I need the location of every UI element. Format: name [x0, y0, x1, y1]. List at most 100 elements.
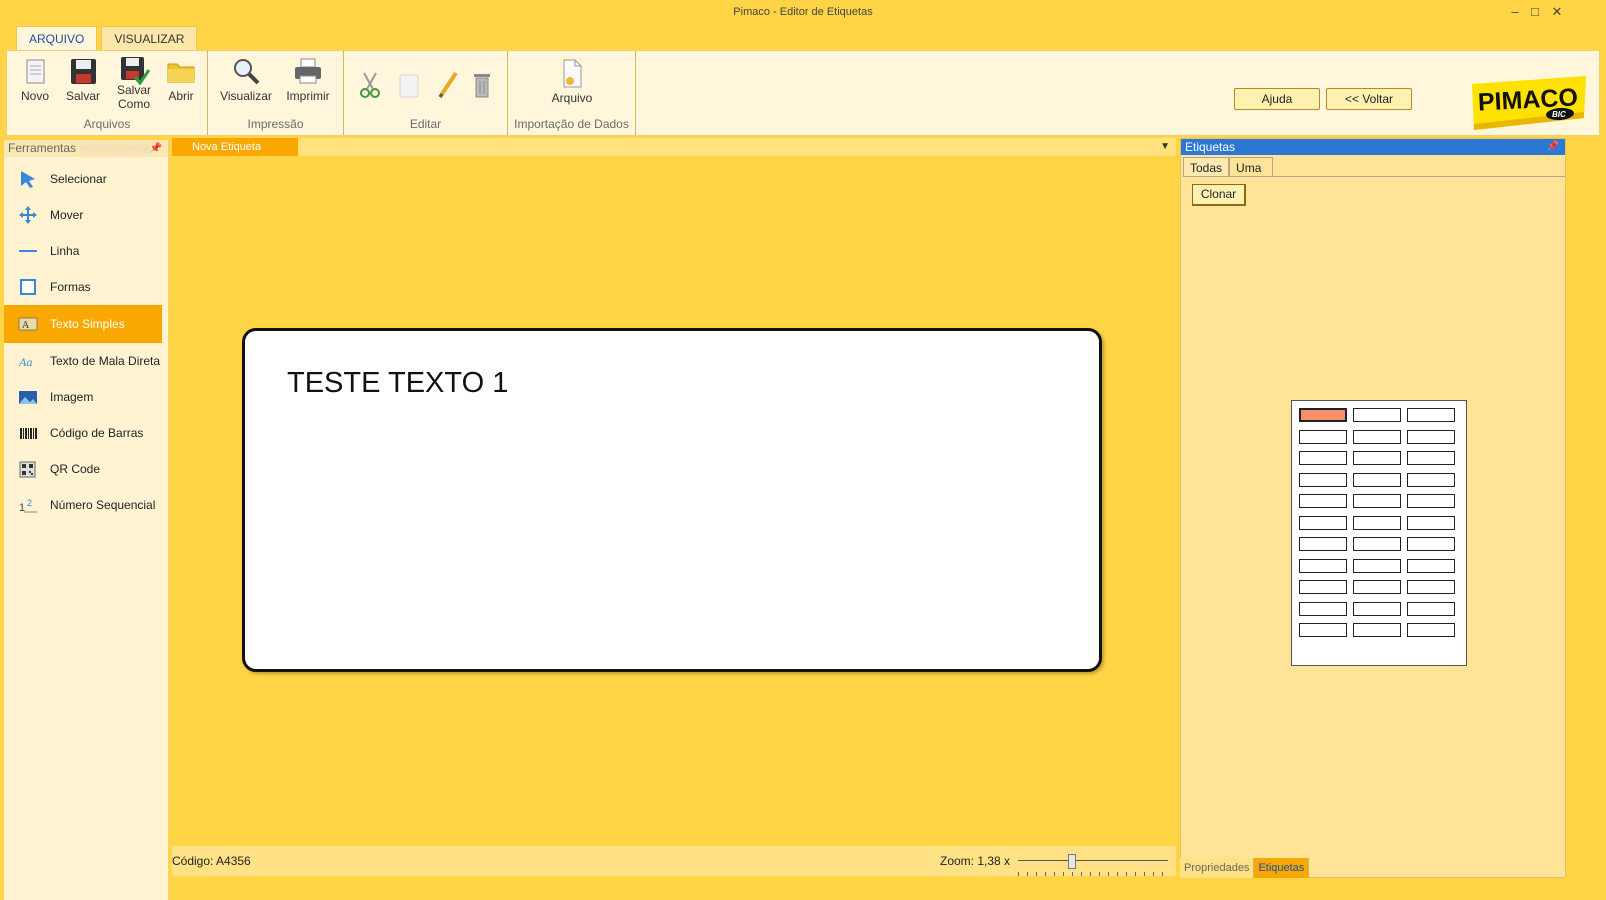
tool-line[interactable]: Linha	[4, 233, 168, 269]
copy-icon	[399, 74, 419, 98]
tab-todas[interactable]: Todas	[1183, 157, 1230, 177]
sheet-label-cell[interactable]	[1353, 472, 1401, 487]
tool-label: Linha	[50, 244, 80, 258]
sheet-label-cell[interactable]	[1407, 537, 1455, 551]
print-button[interactable]: Imprimir	[282, 55, 334, 103]
new-label: Novo	[20, 89, 49, 103]
tab-labels[interactable]: Etiquetas	[1254, 858, 1310, 878]
zoom-slider-thumb[interactable]	[1068, 854, 1076, 869]
design-canvas[interactable]: TESTE TEXTO 1	[172, 156, 1176, 846]
sheet-label-cell[interactable]	[1299, 580, 1347, 594]
sheet-label-cell[interactable]	[1407, 472, 1455, 487]
label-preview[interactable]: TESTE TEXTO 1	[242, 328, 1102, 672]
text-icon: A	[18, 315, 38, 333]
save-button[interactable]: Salvar	[57, 55, 109, 103]
sheet-label-cell[interactable]	[1407, 623, 1455, 637]
sheet-label-cell[interactable]	[1299, 429, 1347, 444]
tab-arquivo[interactable]: ARQUIVO	[16, 26, 98, 50]
tool-label: Código de Barras	[50, 426, 144, 440]
logo-sub-text: BIC	[1552, 110, 1566, 119]
tool-simple-text[interactable]: A Texto Simples	[4, 305, 162, 343]
cut-button[interactable]	[356, 69, 384, 101]
label-text-object[interactable]: TESTE TEXTO 1	[287, 367, 508, 400]
tools-panel-title: Ferramentas	[8, 141, 77, 155]
open-button[interactable]: Abrir	[155, 55, 207, 103]
tools-panel: Ferramentas ░░░░░░░░░░░ 📌 Selecionar Mov…	[4, 140, 169, 900]
sheet-label-cell[interactable]	[1353, 494, 1401, 508]
zoom-slider-track	[1018, 860, 1168, 861]
scissors-icon	[360, 72, 380, 98]
group-label-arquivos: Arquivos	[83, 117, 131, 131]
sheet-label-cell[interactable]	[1353, 601, 1401, 616]
sheet-label-cell[interactable]	[1407, 451, 1455, 465]
document-tab[interactable]: Nova Etiqueta	[172, 138, 298, 156]
sheet-label-cell[interactable]	[1353, 429, 1401, 444]
tab-properties[interactable]: Propriedades	[1180, 858, 1255, 878]
sheet-label-cell[interactable]	[1353, 558, 1401, 573]
sheet-label-cell[interactable]	[1407, 515, 1455, 530]
back-button[interactable]: << Voltar	[1326, 88, 1412, 110]
sheet-label-cell[interactable]	[1353, 623, 1401, 637]
clone-button[interactable]: Clonar	[1192, 184, 1246, 206]
sheet-label-cell[interactable]	[1407, 580, 1455, 594]
tool-select[interactable]: Selecionar	[4, 161, 168, 197]
help-button[interactable]: Ajuda	[1234, 88, 1320, 110]
svg-text:Aa: Aa	[18, 355, 32, 369]
sheet-label-cell[interactable]	[1407, 494, 1455, 508]
pin-icon[interactable]: 📌	[1547, 139, 1559, 155]
preview-button[interactable]: Visualizar	[220, 55, 272, 103]
delete-button[interactable]	[468, 69, 496, 101]
sheet-label-cell[interactable]	[1407, 429, 1455, 444]
sheet-label-cell[interactable]	[1299, 558, 1347, 573]
bottom-panel-tabs: Propriedades Etiquetas	[1180, 858, 1310, 878]
print-label: Imprimir	[286, 89, 330, 103]
tool-label: Texto de Mala Direta	[50, 354, 161, 368]
new-button[interactable]: Novo	[9, 55, 61, 103]
zoom-slider[interactable]	[1018, 854, 1168, 876]
copy-button[interactable]	[396, 69, 424, 101]
import-file-button[interactable]: Arquivo	[546, 57, 598, 105]
tool-qr-code[interactable]: QR Code	[4, 451, 168, 487]
tool-image[interactable]: Imagem	[4, 379, 168, 415]
save-as-button[interactable]: Salvar Como	[108, 55, 160, 111]
sheet-label-cell[interactable]	[1299, 472, 1347, 487]
tool-shapes[interactable]: Formas	[4, 269, 168, 305]
sheet-label-cell[interactable]	[1299, 515, 1347, 530]
new-document-icon	[19, 55, 51, 87]
maximize-button[interactable]: □	[1524, 2, 1546, 22]
pin-icon[interactable]: 📌	[150, 140, 162, 157]
tool-barcode[interactable]: Código de Barras	[4, 415, 168, 451]
tab-uma[interactable]: Uma	[1229, 157, 1274, 177]
labels-panel: Etiquetas 📌 Todas Uma Clonar	[1180, 138, 1566, 878]
document-tab-bar: Nova Etiqueta ▼	[172, 138, 1176, 156]
sheet-label-cell[interactable]	[1299, 601, 1347, 616]
tab-visualizar[interactable]: VISUALIZAR	[101, 26, 198, 50]
sheet-label-cell[interactable]	[1353, 408, 1401, 422]
svg-text:2: 2	[27, 498, 32, 508]
edit-button[interactable]	[434, 69, 462, 101]
sheet-label-cell[interactable]	[1353, 451, 1401, 465]
tool-mail-merge-text[interactable]: Aa Texto de Mala Direta	[4, 343, 168, 379]
close-button[interactable]: ✕	[1546, 2, 1568, 22]
mail-merge-text-icon: Aa	[18, 352, 38, 370]
window-title: Pimaco - Editor de Etiquetas	[733, 6, 873, 18]
sheet-label-cell[interactable]	[1299, 537, 1347, 551]
sheet-label-cell[interactable]	[1407, 601, 1455, 616]
sheet-label-cell[interactable]	[1299, 408, 1347, 422]
sheet-label-cell[interactable]	[1353, 537, 1401, 551]
sheet-label-cell[interactable]	[1299, 623, 1347, 637]
tool-move[interactable]: Mover	[4, 197, 168, 233]
move-icon	[18, 206, 38, 224]
minimize-button[interactable]: –	[1504, 2, 1526, 22]
sheet-label-cell[interactable]	[1353, 580, 1401, 594]
labels-panel-tabs: Todas Uma	[1183, 157, 1274, 177]
sheet-label-cell[interactable]	[1299, 494, 1347, 508]
chevron-down-icon[interactable]: ▼	[1160, 138, 1170, 156]
sheet-label-cell[interactable]	[1299, 451, 1347, 465]
tool-label: Selecionar	[50, 172, 107, 186]
sheet-label-cell[interactable]	[1407, 558, 1455, 573]
tool-sequential-number[interactable]: 12 Número Sequencial	[4, 487, 168, 523]
sheet-label-cell[interactable]	[1353, 515, 1401, 530]
open-label: Abrir	[168, 89, 194, 103]
sheet-label-cell[interactable]	[1407, 408, 1455, 422]
